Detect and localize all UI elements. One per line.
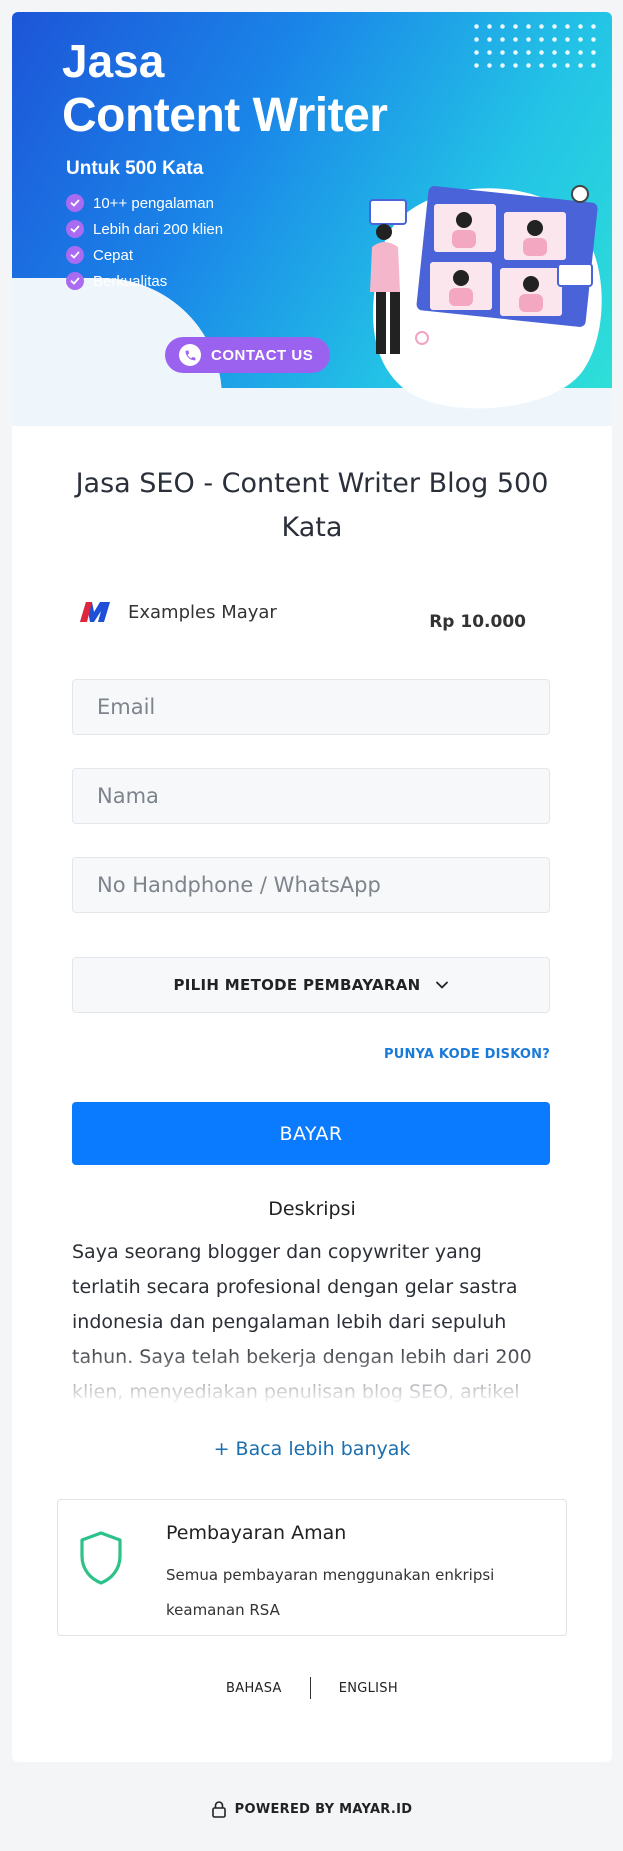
payment-method-select[interactable]: PILIH METODE PEMBAYARAN	[72, 957, 550, 1013]
powered-by-label[interactable]: POWERED BY MAYAR.ID	[235, 1802, 413, 1817]
banner-title-line1: Jasa	[62, 35, 165, 87]
name-field[interactable]	[72, 768, 550, 824]
banner-feature-item: 10++ pengalaman	[66, 190, 223, 216]
merchant-name: Examples Mayar	[128, 601, 277, 623]
description-body: Saya seorang blogger dan copywriter yang…	[72, 1235, 552, 1405]
banner-title-line2: Content Writer	[62, 89, 388, 142]
banner-dots-pattern	[470, 20, 600, 68]
merchant-info: Examples Mayar	[78, 598, 277, 626]
pay-button[interactable]: BAYAR	[72, 1102, 550, 1165]
description-fade	[72, 1345, 552, 1405]
check-icon	[66, 194, 84, 212]
payment-method-label: PILIH METODE PEMBAYARAN	[173, 976, 421, 994]
lock-icon	[211, 1801, 226, 1818]
banner-feature-item: Cepat	[66, 242, 223, 268]
secure-payment-heading: Pembayaran Aman	[166, 1522, 347, 1544]
secure-payment-text: Semua pembayaran menggunakan enkripsi ke…	[166, 1566, 495, 1619]
banner-feature-label: Berkualitas	[93, 272, 168, 290]
secure-payment-box: Pembayaran Aman Semua pembayaran menggun…	[57, 1499, 567, 1636]
banner-feature-list: 10++ pengalaman Lebih dari 200 klien Cep…	[66, 190, 223, 294]
language-option-bahasa[interactable]: BAHASA	[226, 1681, 282, 1696]
description-heading: Deskripsi	[268, 1198, 356, 1220]
contact-us-label: CONTACT US	[211, 346, 314, 364]
check-icon	[66, 220, 84, 238]
banner-feature-label: Cepat	[93, 246, 134, 264]
phone-field[interactable]	[72, 857, 550, 913]
discount-code-link[interactable]: PUNYA KODE DISKON?	[384, 1047, 550, 1062]
check-icon	[66, 272, 84, 290]
merchant-logo-icon	[80, 602, 110, 622]
chevron-down-icon	[435, 981, 448, 989]
product-price: Rp 10.000	[429, 612, 526, 632]
banner-feature-label: 10++ pengalaman	[93, 194, 214, 212]
powered-by-footer: POWERED BY MAYAR.ID	[0, 1800, 623, 1818]
shield-icon	[80, 1531, 122, 1585]
read-more-link[interactable]: + Baca lebih banyak	[12, 1438, 612, 1460]
banner-feature-item: Berkualitas	[66, 268, 223, 294]
check-icon	[66, 246, 84, 264]
banner-feature-item: Lebih dari 200 klien	[66, 216, 223, 242]
product-title: Jasa SEO - Content Writer Blog 500 Kata	[75, 468, 549, 543]
language-switcher: BAHASA ENGLISH	[12, 1677, 612, 1699]
checkout-card: Jasa Content Writer Untuk 500 Kata 10++ …	[12, 12, 612, 1762]
language-divider	[309, 1677, 311, 1699]
product-banner: Jasa Content Writer Untuk 500 Kata 10++ …	[12, 12, 612, 426]
email-field[interactable]	[72, 679, 550, 735]
phone-icon	[179, 344, 201, 366]
banner-subtitle: Untuk 500 Kata	[66, 158, 204, 179]
video-call-illustration-icon	[369, 185, 602, 409]
language-option-english[interactable]: ENGLISH	[339, 1681, 398, 1696]
contact-us-button[interactable]: CONTACT US	[165, 337, 330, 373]
banner-feature-label: Lebih dari 200 klien	[93, 220, 224, 238]
